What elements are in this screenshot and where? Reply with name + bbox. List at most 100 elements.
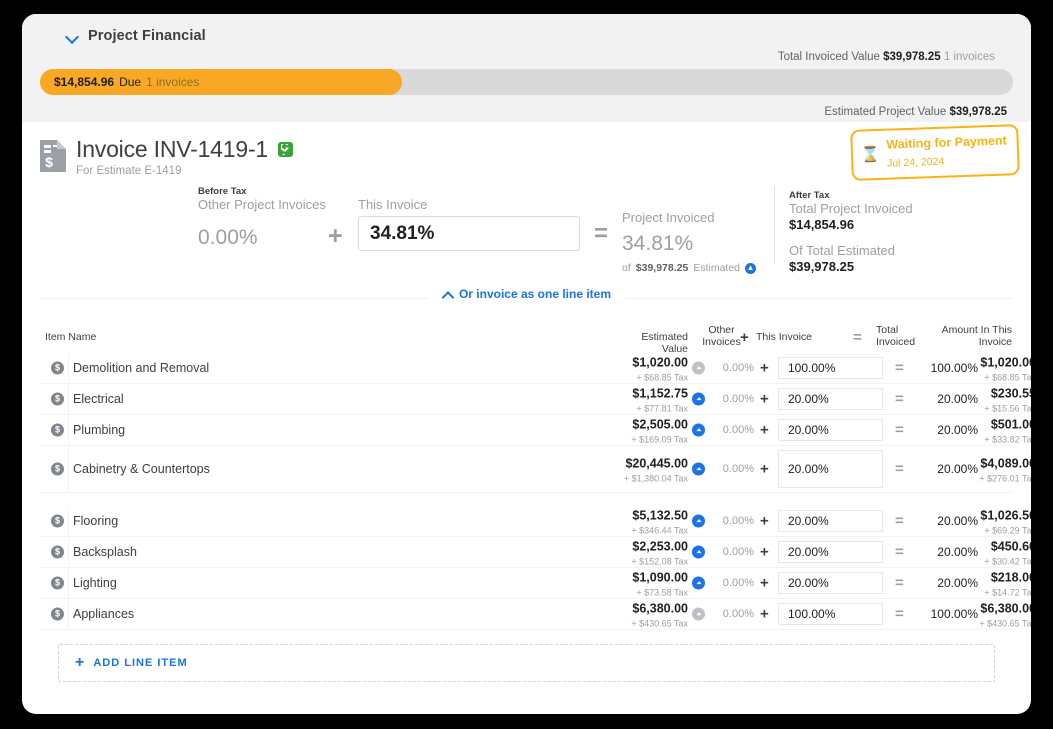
line-item-this-invoice-input[interactable]: 20.00% [778,572,883,594]
arrow-up-circle-icon[interactable] [692,514,705,528]
chevron-down-icon[interactable] [66,30,79,43]
of-prefix: of [622,262,631,274]
line-item-other-invoices: 0.00% [722,393,754,405]
due-invoice-count: 1 invoices [146,75,200,89]
table-row[interactable]: $ Backsplash $2,253.00 + $152.08 Tax 0.00% +2… [40,537,1031,568]
total-invoiced-count: 1 invoices [943,51,995,63]
divider [68,568,69,598]
line-item-estimated-value: $1,090.00 [632,570,688,585]
project-financial-header[interactable]: Project Financial [40,28,1013,44]
line-item-amount-tax: + $69.29 Tax [984,525,1031,536]
arrow-up-circle-icon[interactable] [692,361,705,375]
invoice-subtitle: For Estimate E-1419 [76,165,182,177]
line-item-other-invoices: 0.00% [722,362,754,374]
table-row[interactable]: $ Demolition and Removal $1,020.00 + $68.85… [40,353,1031,384]
equals-operator-icon: = [895,512,904,530]
page-title: Invoice INV-1419-1 [76,136,269,162]
col-header-other-invoices: Other Invoices [698,324,745,348]
plus-operator-icon: + [328,222,343,250]
dollar-circle-icon: $ [51,423,64,437]
line-item-estimated-tax: + $430.65 Tax [631,618,688,629]
line-item-total-invoiced: 100.00% [930,607,978,621]
line-item-amount-cell: $6,380.00 + $430.65 Tax [970,600,1031,629]
divider [68,506,69,536]
one-line-item-toggle-row: Or invoice as one line item [22,287,1031,309]
line-item-name: Cabinetry & Countertops [73,462,210,476]
line-item-other-invoices: 0.00% [722,608,754,620]
line-item-this-invoice-input[interactable]: 20.00% [778,510,883,532]
invoice-as-one-line-item-button[interactable]: Or invoice as one line item [427,287,626,301]
arrow-up-circle-icon[interactable] [692,545,705,559]
line-item-other-invoices: 0.00% [722,515,754,527]
col-header-other-invoices-line1: Other [708,324,735,336]
line-item-estimated-value: $2,253.00 [632,539,688,554]
line-item-amount-cell: $501.00 + $33.82 Tax [970,416,1031,445]
line-item-this-invoice-value: 20.00% [788,514,829,528]
line-item-this-invoice-input[interactable]: 20.00% [778,419,883,441]
arrow-up-circle-icon[interactable] [692,423,705,437]
line-item-estimated-value: $1,152.75 [632,386,688,401]
arrow-up-circle-icon[interactable] [692,607,705,621]
add-line-item-button[interactable]: + ADD LINE ITEM [58,644,995,682]
line-item-amount-tax: + $68.85 Tax [984,372,1031,383]
table-row[interactable]: $ Plumbing $2,505.00 + $169.09 Tax 0.00% +20.… [40,415,1031,446]
dollar-circle-icon: $ [51,462,64,476]
line-item-estimated-tax: + $68.85 Tax [636,372,688,383]
line-item-this-invoice-input[interactable]: 20.00% [778,388,883,410]
col-header-total-invoiced-line1: Total [876,324,899,336]
table-row[interactable]: $ Lighting $1,090.00 + $73.58 Tax 0.00% +20.0… [40,568,1031,599]
of-total-estimated-label: Of Total Estimated [789,243,895,258]
estimated-project-value: $39,978.25 [949,106,1007,118]
arrow-up-circle-icon[interactable] [692,462,705,476]
line-item-name: Appliances [73,607,135,621]
table-row[interactable]: $ Cabinetry & Countertops $20,445.00 + $1,3… [40,446,1031,493]
col-header-amount-line1: Amount In This [941,324,1012,336]
line-item-amount: $230.55 [990,386,1031,401]
table-header-row: Item Name Estimated Value Other Invoices… [40,319,1013,355]
table-row[interactable]: $ Electrical $1,152.75 + $77.81 Tax 0.00% +20… [40,384,1031,415]
total-project-invoiced-label: Total Project Invoiced [789,201,913,216]
line-item-this-invoice-input[interactable]: 20.00% [778,450,883,488]
add-line-item-label: ADD LINE ITEM [93,657,188,669]
equals-operator-icon: = [895,390,904,408]
dollar-circle-icon: $ [51,545,64,559]
table-row[interactable]: $ Flooring $5,132.50 + $346.44 Tax 0.00% +20.… [40,506,1031,537]
line-item-name: Electrical [73,392,124,406]
line-item-this-invoice-value: 100.00% [788,361,836,375]
plus-icon: + [75,654,85,671]
dollar-circle-icon: $ [51,607,64,621]
info-arrow-up-icon[interactable]: ▲ [745,262,757,274]
status-badge[interactable]: ⌛ Waiting for Payment Jul 24, 2024 [850,124,1020,181]
line-item-name: Demolition and Removal [73,361,210,375]
line-item-name: Lighting [73,576,117,590]
line-item-this-invoice-input[interactable]: 100.00% [778,357,883,379]
total-invoiced-summary: Total Invoiced Value $39,978.25 1 invoic… [40,51,1013,63]
line-item-amount: $6,380.00 [980,601,1031,616]
line-item-other-invoices: 0.00% [722,463,754,475]
line-item-amount: $1,020.00 [980,355,1031,370]
project-financial-panel: Project Financial Total Invoiced Value $… [22,14,1031,122]
line-item-this-invoice-value: 20.00% [788,423,829,437]
col-header-equals-icon: = [853,329,862,346]
arrow-up-circle-icon[interactable] [692,576,705,590]
col-header-amount-line2: Invoice [978,336,1012,349]
quickbooks-sync-icon[interactable] [278,142,294,157]
table-row[interactable]: $ Appliances $6,380.00 + $430.65 Tax 0.00% +1… [40,599,1031,630]
line-item-estimated-value-cell: $5,132.50 + $346.44 Tax [596,507,688,536]
line-item-estimated-tax: + $1,380.04 Tax [623,473,688,484]
this-invoice-percent-input[interactable]: 34.81% [358,216,580,251]
invoiced-progress-bar: $14,854.96 Due 1 invoices [40,69,1013,95]
line-item-amount: $218.00 [990,570,1031,585]
col-header-other-invoices-line2: Invoices [702,336,741,349]
plus-operator-icon: + [760,460,769,478]
line-item-this-invoice-input[interactable]: 100.00% [778,603,883,625]
divider [68,537,69,567]
line-item-total-invoiced: 100.00% [930,361,978,375]
line-item-estimated-tax: + $77.81 Tax [636,403,688,414]
line-item-this-invoice-input[interactable]: 20.00% [778,541,883,563]
plus-operator-icon: + [760,421,769,439]
divider [68,415,69,445]
line-item-amount-cell: $230.55 + $15.56 Tax [970,385,1031,414]
line-item-estimated-value: $20,445.00 [625,456,688,471]
arrow-up-circle-icon[interactable] [692,392,705,406]
